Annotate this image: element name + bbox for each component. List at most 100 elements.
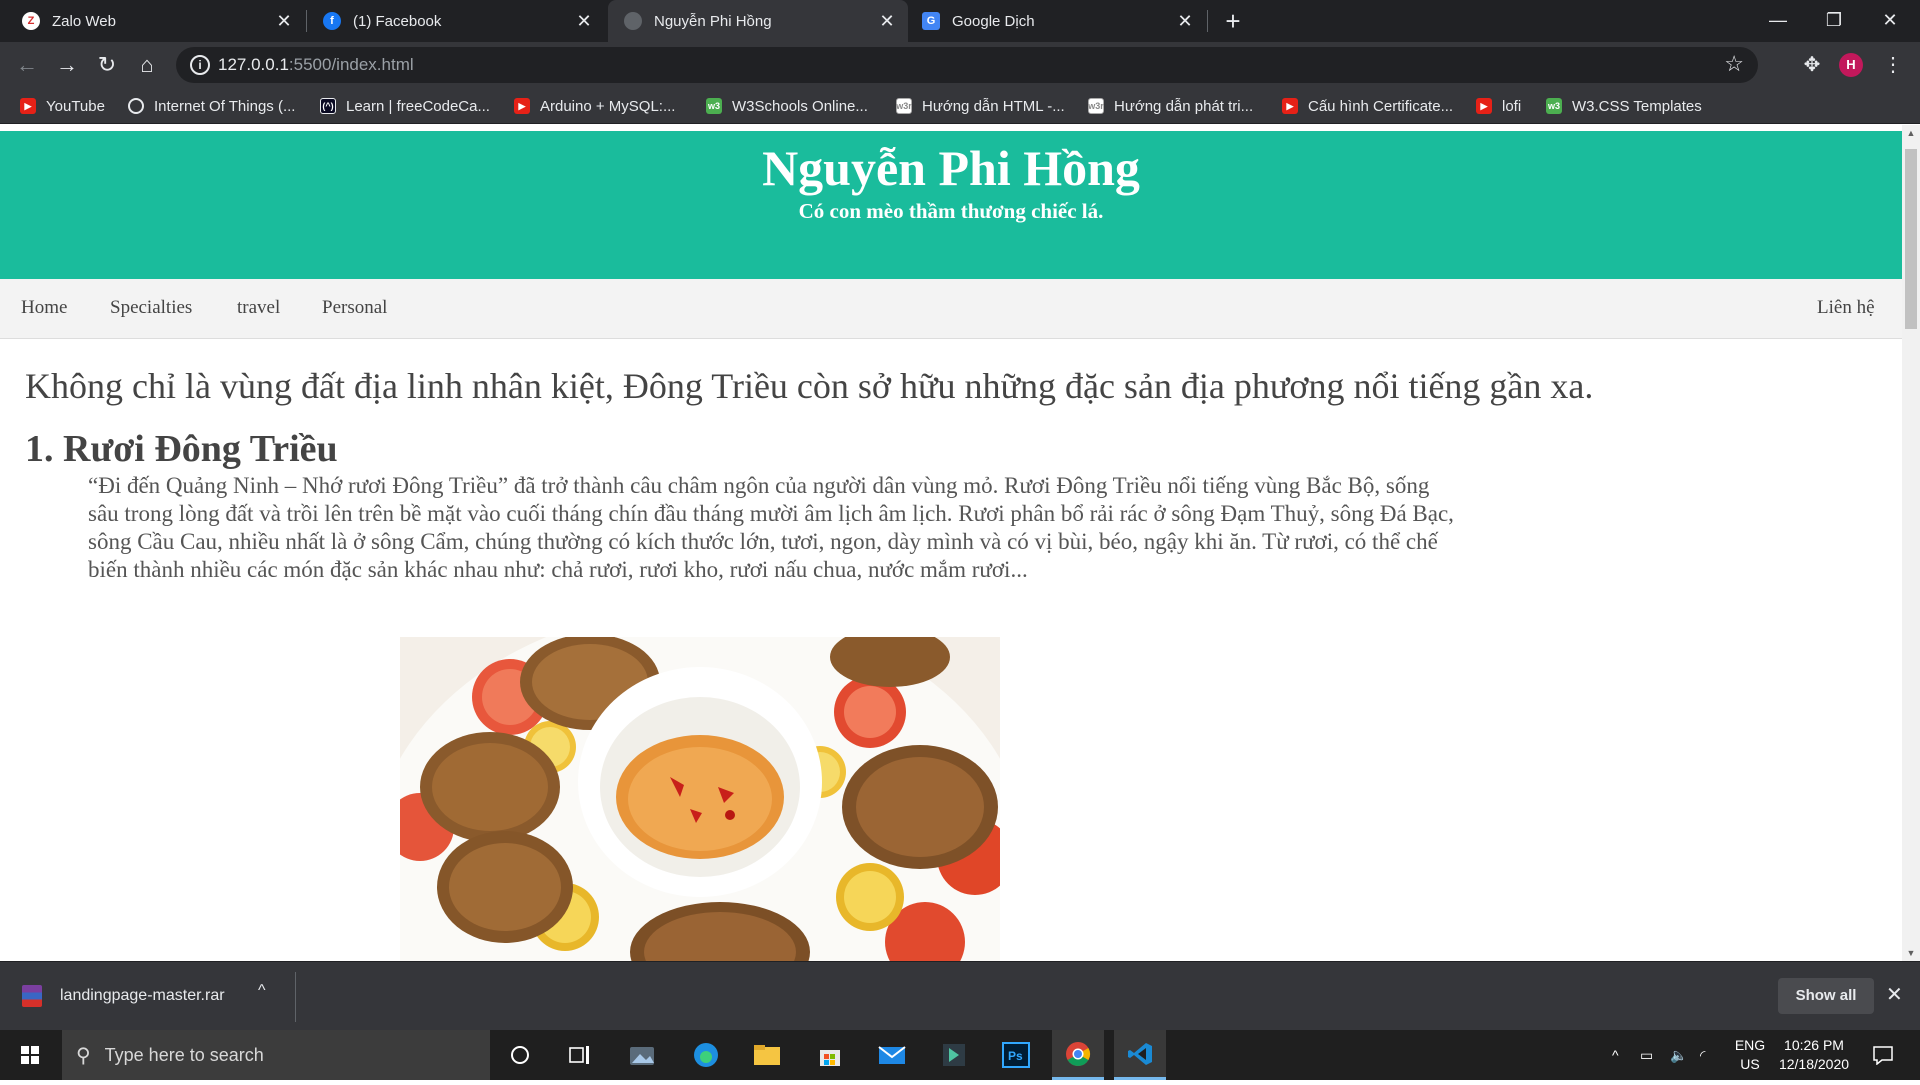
browser-toolbar: ← → ↻ ⌂ i 127.0.0.1:5500/index.html ☆ ✥ … (0, 42, 1920, 88)
w3schools-icon: w3 (706, 98, 722, 114)
close-icon[interactable]: ✕ (1172, 11, 1198, 32)
close-icon[interactable]: ✕ (874, 11, 900, 32)
nav-specialties[interactable]: Specialties (110, 297, 192, 319)
bookmark-youtube[interactable]: ▶ YouTube (20, 94, 105, 118)
minimize-icon[interactable]: — (1750, 0, 1806, 42)
address-bar[interactable]: i 127.0.0.1:5500/index.html ☆ (176, 47, 1758, 83)
globe-icon (128, 98, 144, 114)
bookmark-cau-hinh-certificate[interactable]: ▶ Cấu hình Certificate... (1282, 94, 1453, 118)
hero-title: Nguyễn Phi Hồng (762, 140, 1140, 196)
nav-personal[interactable]: Personal (322, 297, 387, 319)
notifications-icon[interactable] (1872, 1030, 1894, 1080)
file-explorer-icon[interactable] (741, 1030, 793, 1080)
url-text[interactable]: 127.0.0.1:5500/index.html (218, 55, 414, 75)
close-icon[interactable]: ✕ (571, 11, 597, 32)
reload-icon[interactable]: ↻ (92, 50, 122, 80)
network-icon[interactable]: ◜ (1700, 1030, 1705, 1080)
start-button[interactable] (0, 1030, 60, 1080)
tab-facebook[interactable]: f (1) Facebook ✕ (307, 0, 605, 42)
clock-time: 10:26 PM (1784, 1037, 1844, 1053)
show-all-button[interactable]: Show all (1778, 978, 1874, 1014)
download-filename: landingpage-master.rar (60, 987, 225, 1004)
chrome-icon[interactable] (1052, 1030, 1104, 1080)
url-host: 127.0.0.1 (218, 55, 289, 74)
bookmark-freecodecamp[interactable]: (^) Learn | freeCodeCa... (320, 94, 490, 118)
mail-icon[interactable] (866, 1030, 918, 1080)
page-scrollbar[interactable]: ▲ ▼ (1902, 125, 1920, 961)
photoshop-icon[interactable]: Ps (990, 1030, 1042, 1080)
bookmark-label: Hướng dẫn HTML -... (922, 97, 1065, 115)
bookmark-internet-of-things[interactable]: Internet Of Things (... (128, 94, 295, 118)
tab-zalo[interactable]: Z Zalo Web ✕ (0, 0, 305, 42)
nav-travel[interactable]: travel (237, 297, 280, 319)
task-view-icon[interactable] (554, 1030, 606, 1080)
sourcetree-icon[interactable] (928, 1030, 980, 1080)
download-item[interactable]: landingpage-master.rar (22, 982, 225, 1010)
cortana-icon[interactable] (494, 1030, 546, 1080)
search-placeholder: Type here to search (104, 1044, 264, 1065)
w3r-icon: w3r (1088, 98, 1104, 114)
site-info-icon[interactable]: i (190, 55, 210, 75)
bookmark-arduino-mysql[interactable]: ▶ Arduino + MySQL:... (514, 94, 675, 118)
bookmark-label: Hướng dẫn phát tri... (1114, 97, 1254, 115)
facebook-icon: f (323, 12, 341, 30)
input-language[interactable]: ENG US (1732, 1030, 1768, 1080)
region-code: US (1740, 1056, 1760, 1072)
freecodecamp-icon: (^) (320, 98, 336, 114)
youtube-icon: ▶ (20, 98, 36, 114)
vscode-icon[interactable] (1114, 1030, 1166, 1080)
bookmarks-bar: ▶ YouTube Internet Of Things (... (^) Lear… (0, 88, 1920, 124)
site-navbar: Home Specialties travel Personal Liên hệ (0, 279, 1902, 339)
google-translate-icon: G (922, 12, 940, 30)
bookmark-label: W3.CSS Templates (1572, 97, 1702, 115)
clock[interactable]: 10:26 PM 12/18/2020 (1772, 1030, 1856, 1080)
tab-nguyen-phi-hong[interactable]: Nguyễn Phi Hồng ✕ (608, 0, 908, 42)
url-rest: :5500/index.html (288, 55, 414, 74)
scroll-down-icon[interactable]: ▼ (1902, 945, 1920, 961)
lang-code: ENG (1734, 1037, 1766, 1053)
bookmark-label: YouTube (46, 97, 105, 115)
extensions-icon[interactable]: ✥ (1797, 50, 1827, 80)
section-heading: 1. Rươi Đông Triều (25, 428, 338, 470)
battery-icon[interactable]: ▭ (1640, 1030, 1653, 1080)
edge-browser-icon[interactable] (680, 1030, 732, 1080)
scroll-up-icon[interactable]: ▲ (1902, 125, 1920, 141)
photos-app-icon[interactable] (616, 1030, 668, 1080)
download-separator (295, 972, 296, 1022)
menu-kebab-icon[interactable]: ⋮ (1878, 50, 1908, 80)
close-icon[interactable]: ✕ (271, 11, 297, 32)
windows-taskbar: ⚲ Type here to search Ps ^ ▭ 🔈 ◜ ENG US … (0, 1030, 1920, 1080)
section-paragraph: “Đi đến Quảng Ninh – Nhớ rươi Đông Triều… (88, 473, 1454, 582)
w3schools-icon: w3 (1546, 98, 1562, 114)
bookmark-label: Internet Of Things (... (154, 97, 296, 115)
bookmark-star-icon[interactable]: ☆ (1724, 51, 1744, 77)
bookmark-lofi[interactable]: ▶ lofi (1476, 94, 1521, 118)
download-bar: landingpage-master.rar ^ Show all ✕ (0, 961, 1920, 1030)
scrollbar-thumb[interactable] (1905, 149, 1917, 329)
volume-icon[interactable]: 🔈 (1670, 1030, 1687, 1080)
bookmark-w3schools[interactable]: w3 W3Schools Online... (706, 94, 868, 118)
bookmark-huong-dan-phat-trien[interactable]: w3r Hướng dẫn phát tri... (1088, 94, 1253, 118)
globe-icon (624, 12, 642, 30)
forward-icon[interactable]: → (52, 50, 82, 80)
hero-subtitle: Có con mèo thầm thương chiếc lá. (798, 199, 1104, 223)
tab-google-dich[interactable]: G Google Dịch ✕ (910, 0, 1206, 42)
back-icon[interactable]: ← (12, 50, 42, 80)
search-icon: ⚲ (76, 1044, 91, 1067)
home-icon[interactable]: ⌂ (132, 50, 162, 80)
restore-icon[interactable]: ❐ (1806, 0, 1862, 42)
rar-archive-icon (22, 985, 42, 1007)
window-close-icon[interactable]: ✕ (1862, 0, 1918, 42)
close-icon[interactable]: ✕ (1886, 982, 1903, 1007)
new-tab-button[interactable]: + (1218, 6, 1248, 36)
nav-home[interactable]: Home (21, 297, 67, 319)
profile-avatar[interactable]: H (1839, 53, 1863, 77)
chevron-up-icon[interactable]: ^ (258, 982, 266, 1000)
bookmark-w3css-templates[interactable]: w3 W3.CSS Templates (1546, 94, 1702, 118)
bookmark-huong-dan-html[interactable]: w3r Hướng dẫn HTML -... (896, 94, 1065, 118)
show-hidden-icons[interactable]: ^ (1612, 1030, 1619, 1080)
hero-header: Nguyễn Phi Hồng Có con mèo thầm thương c… (0, 131, 1902, 279)
taskbar-search[interactable]: ⚲ Type here to search (62, 1030, 490, 1080)
store-icon[interactable] (804, 1030, 856, 1080)
nav-contact[interactable]: Liên hệ (1817, 297, 1875, 319)
